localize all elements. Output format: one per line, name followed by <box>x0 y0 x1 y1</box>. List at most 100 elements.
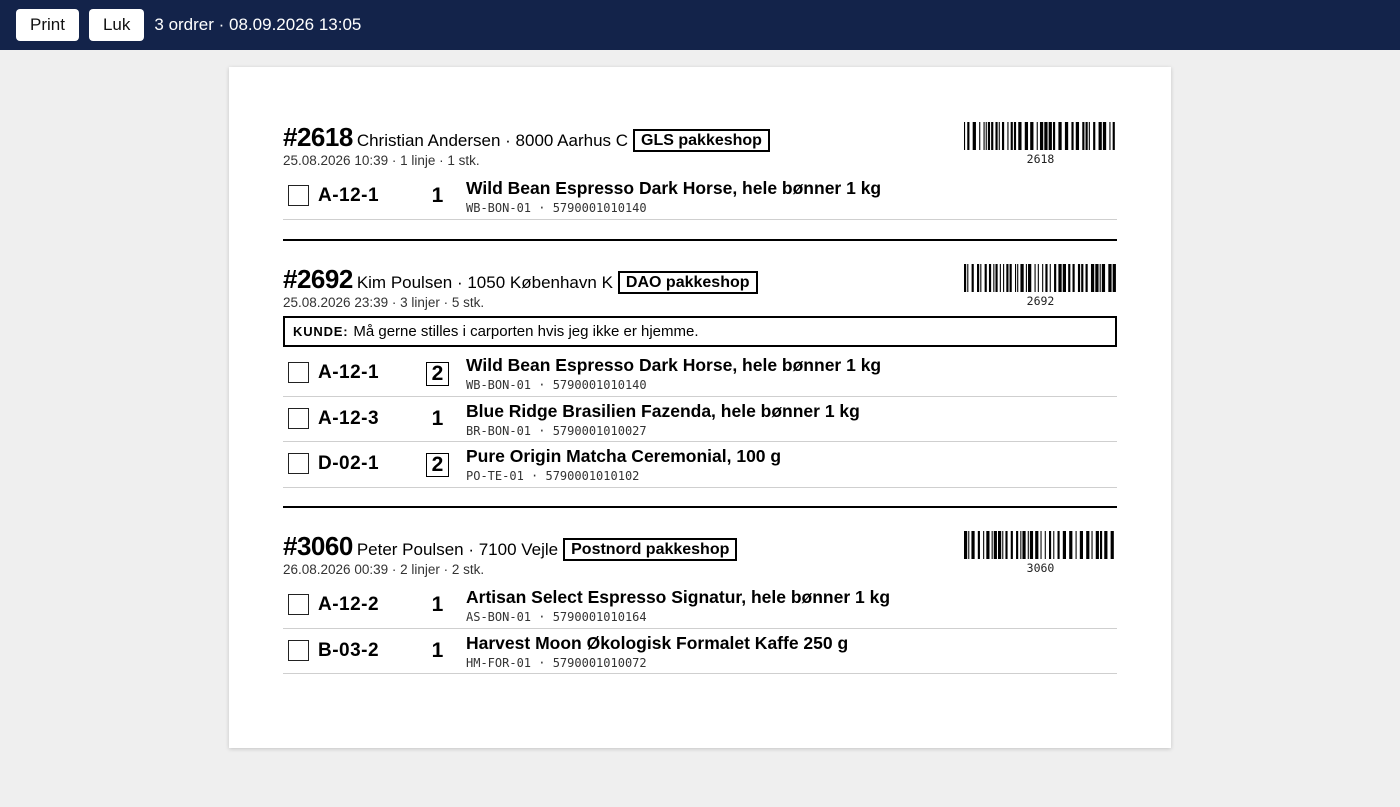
order-line: A-12-1 2 Wild Bean Espresso Dark Horse, … <box>283 351 1117 397</box>
barcode-bar <box>988 264 992 292</box>
order-header: #3060 Peter Poulsen · 7100 Vejle Postnor… <box>283 531 1117 583</box>
line-product-name: Blue Ridge Brasilien Fazenda, hele bønne… <box>466 400 860 421</box>
barcode-bar <box>1058 264 1062 292</box>
order-barcode: 2618 <box>964 122 1117 166</box>
barcode-bar <box>1044 122 1048 150</box>
order-customer: Kim Poulsen · 1050 København K <box>356 273 613 292</box>
pick-checkbox[interactable] <box>288 639 309 661</box>
barcode-bar <box>1040 531 1042 559</box>
barcode-bar <box>998 122 1000 150</box>
barcode-bar <box>1102 122 1107 150</box>
barcode-bar <box>1069 531 1073 559</box>
line-quantity: 2 <box>426 453 449 477</box>
line-sku: WB-BON-01 · 5790001010140 <box>466 201 647 215</box>
barcode-bar <box>1013 122 1017 150</box>
barcode-graphic <box>964 531 1114 559</box>
barcode-bar <box>1054 264 1057 292</box>
barcode-bar <box>1058 122 1062 150</box>
barcode-bar <box>1037 264 1039 292</box>
barcode-bar <box>1095 531 1099 559</box>
barcode-bar <box>1053 531 1055 559</box>
barcode-graphic <box>964 264 1116 292</box>
line-quantity: 1 <box>431 593 444 616</box>
barcode-bar <box>1035 531 1039 559</box>
order-number: #3060 <box>283 531 353 561</box>
line-sku: WB-BON-01 · 5790001010140 <box>466 378 647 392</box>
barcode-bar <box>1024 122 1029 150</box>
barcode-bar <box>1028 264 1032 292</box>
barcode-bar <box>1001 122 1005 150</box>
line-sku: PO-TE-01 · 5790001010102 <box>466 469 640 483</box>
barcode-bar <box>1034 264 1036 292</box>
line-location: A-12-2 <box>318 594 380 615</box>
line-sku: BR-BON-01 · 5790001010027 <box>466 423 647 438</box>
barcode-bar <box>1095 264 1099 292</box>
pick-checkbox[interactable] <box>288 594 309 615</box>
barcode-bar <box>1025 264 1027 292</box>
barcode-bar <box>968 531 970 559</box>
toolbar-status: 3 ordrer · 08.09.2026 13:05 <box>154 15 362 34</box>
top-toolbar: Print Luk 3 ordrer · 08.09.2026 13:05 <box>0 0 1400 50</box>
barcode-bar <box>979 122 981 150</box>
barcode-bar <box>995 264 998 292</box>
pick-checkbox[interactable] <box>288 362 309 383</box>
line-sku: HM-FOR-01 · 5790001010072 <box>466 655 647 670</box>
barcode-bar <box>984 264 987 292</box>
barcode-bar <box>987 122 991 150</box>
barcode-bar <box>964 122 966 150</box>
barcode-bar <box>964 531 968 559</box>
barcode-bar <box>1020 531 1022 559</box>
pick-checkbox[interactable] <box>288 407 309 429</box>
barcode-bar <box>1044 531 1046 559</box>
barcode-bar <box>1077 264 1081 292</box>
barcode-bar <box>1036 122 1038 150</box>
note-text: Må gerne stilles i carporten hvis jeg ik… <box>353 323 699 340</box>
barcode-bar <box>1091 531 1093 559</box>
barcode-bar <box>967 264 969 292</box>
barcode-bar <box>1009 264 1012 292</box>
note-label: KUNDE: <box>293 324 349 339</box>
barcode-bar <box>964 264 967 292</box>
line-location: A-12-1 <box>318 362 380 383</box>
barcode-bar <box>977 531 980 559</box>
barcode-bar <box>1075 122 1080 150</box>
barcode-bar <box>983 531 985 559</box>
barcode-bar <box>972 122 976 150</box>
barcode-bar <box>1015 264 1017 292</box>
line-location: A-12-3 <box>318 407 380 429</box>
close-button[interactable]: Luk <box>88 9 145 41</box>
order-number: #2618 <box>283 122 353 152</box>
barcode-bar <box>999 264 1001 292</box>
barcode-bar <box>1045 264 1048 292</box>
barcode-bar <box>1110 531 1114 559</box>
pick-checkbox[interactable] <box>288 185 309 206</box>
barcode-bar <box>971 531 975 559</box>
order-customer: Christian Andersen · 8000 Aarhus C <box>356 131 629 150</box>
barcode-bar <box>1006 264 1009 292</box>
order-divider <box>283 239 1117 241</box>
barcode-bar <box>995 122 998 150</box>
barcode-bar <box>1062 264 1066 292</box>
barcode-bar <box>1010 122 1013 150</box>
barcode-bar <box>1018 122 1022 150</box>
print-button[interactable]: Print <box>16 9 79 41</box>
barcode-bar <box>980 264 982 292</box>
barcode-bar <box>1104 531 1108 559</box>
barcode-bar <box>1003 264 1005 292</box>
order-line: A-12-2 1 Artisan Select Espresso Signatu… <box>283 583 1117 629</box>
barcode-bar <box>1071 122 1074 150</box>
barcode-bar <box>1100 531 1103 559</box>
line-product-name: Wild Bean Espresso Dark Horse, hele bønn… <box>466 355 882 375</box>
barcode-bar <box>1085 264 1088 292</box>
order-barcode: 3060 <box>964 531 1117 575</box>
barcode-bar <box>1064 122 1069 150</box>
line-sku: AS-BON-01 · 5790001010164 <box>466 610 647 624</box>
barcode-number: 2618 <box>1026 152 1055 166</box>
pick-checkbox[interactable] <box>288 453 309 474</box>
barcode-bar <box>1022 531 1026 559</box>
order-line: A-12-1 1 Wild Bean Espresso Dark Horse, … <box>283 174 1117 220</box>
barcode-bar <box>985 122 987 150</box>
barcode-bar <box>1052 122 1056 150</box>
barcode-bar <box>1101 264 1106 292</box>
barcode-bar <box>998 531 1002 559</box>
